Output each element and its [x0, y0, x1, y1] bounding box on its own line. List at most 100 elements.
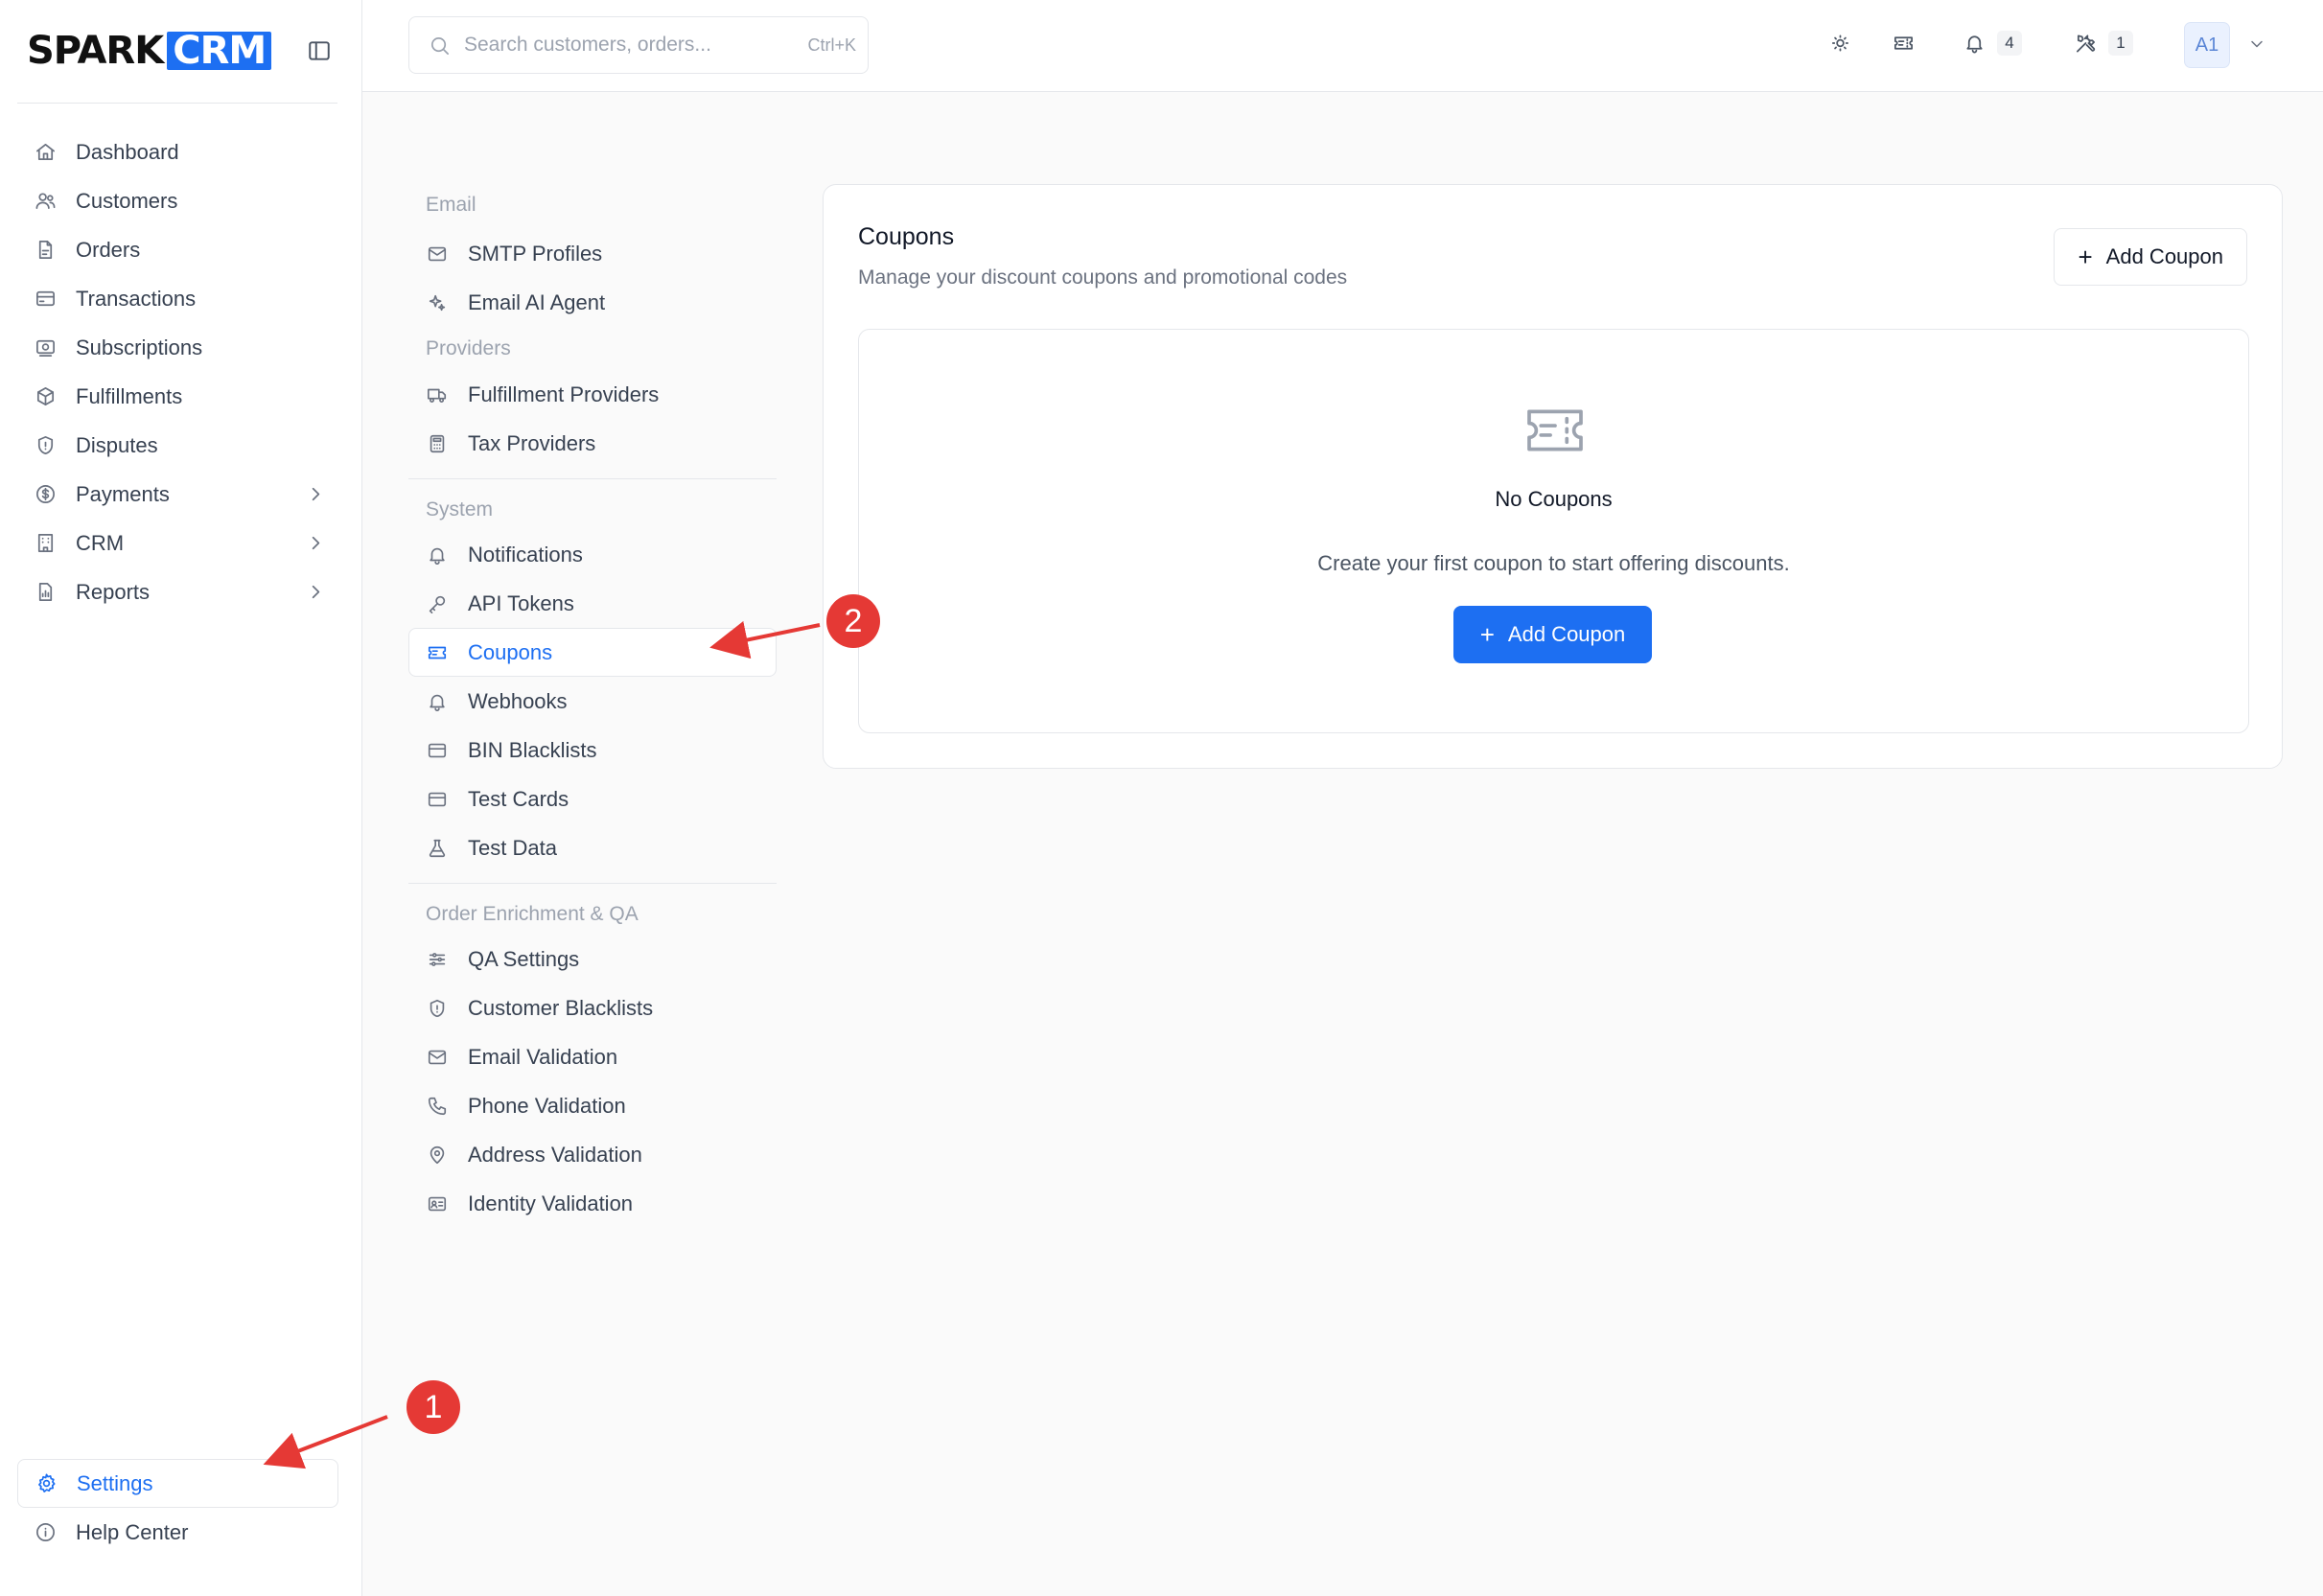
- sidebar-item-transactions[interactable]: Transactions: [17, 274, 338, 323]
- add-first-coupon-label: Add Coupon: [1507, 622, 1626, 646]
- calculator-icon: [430, 434, 445, 452]
- annotation-marker-1: 1: [407, 1380, 460, 1434]
- add-coupon-label: Add Coupon: [2105, 244, 2223, 268]
- settings-item-fulfillment-providers[interactable]: Fulfillment Providers: [408, 370, 777, 419]
- add-first-coupon-button[interactable]: + Add Coupon: [1453, 606, 1652, 663]
- notifications-button[interactable]: 4: [1963, 29, 2022, 58]
- app-logo[interactable]: SPARK CRM: [27, 29, 272, 73]
- settings-item-smtp-profiles[interactable]: SMTP Profiles: [408, 229, 777, 278]
- bell-icon: [1966, 35, 1983, 54]
- info-icon: [36, 1523, 55, 1541]
- user-menu-chevron[interactable]: [2247, 35, 2266, 54]
- sun-icon: [1831, 35, 1849, 52]
- settings-item-tax-providers[interactable]: Tax Providers: [408, 419, 777, 468]
- settings-nav: Email SMTP Profiles Email AI Agent Provi…: [408, 180, 777, 1228]
- building-icon: [37, 534, 54, 552]
- sidebar-item-subscriptions[interactable]: Subscriptions: [17, 323, 338, 372]
- settings-item-webhooks[interactable]: Webhooks: [408, 677, 777, 726]
- credit-card-icon: [428, 743, 447, 757]
- sidebar-item-label: Disputes: [76, 432, 158, 457]
- sidebar-item-label: Customers: [76, 188, 178, 213]
- chevron-right-icon: [312, 536, 320, 550]
- report-icon: [38, 583, 53, 601]
- sidebar-item-payments[interactable]: Payments: [17, 470, 338, 519]
- sidebar-item-settings[interactable]: Settings: [17, 1459, 338, 1508]
- chevron-right-icon: [312, 487, 320, 501]
- settings-item-label: QA Settings: [468, 946, 580, 971]
- sidebar-item-help-center[interactable]: Help Center: [17, 1508, 338, 1557]
- sidebar-item-label: Subscriptions: [76, 335, 203, 359]
- empty-state: No Coupons Create your first coupon to s…: [858, 329, 2249, 733]
- settings-item-qa-settings[interactable]: QA Settings: [408, 935, 777, 983]
- search-icon: [430, 36, 449, 55]
- sidebar-item-dashboard[interactable]: Dashboard: [17, 127, 338, 176]
- gear-icon: [38, 1473, 56, 1492]
- sidebar-toggle-icon[interactable]: [307, 38, 332, 63]
- sidebar-item-label: Transactions: [76, 286, 197, 311]
- settings-item-api-tokens[interactable]: API Tokens: [408, 579, 777, 628]
- sidebar-item-label: Dashboard: [76, 139, 179, 164]
- settings-item-identity-validation[interactable]: Identity Validation: [408, 1179, 777, 1228]
- shield-icon: [37, 436, 54, 454]
- file-icon: [38, 241, 53, 259]
- settings-item-phone-validation[interactable]: Phone Validation: [408, 1081, 777, 1130]
- coupon-shortcut-button[interactable]: [1893, 29, 1915, 58]
- settings-item-label: Tax Providers: [468, 430, 596, 455]
- phone-icon: [428, 1097, 447, 1115]
- user-avatar[interactable]: A1: [2184, 22, 2230, 68]
- tools-button[interactable]: 1: [2075, 29, 2133, 58]
- sidebar-item-fulfillments[interactable]: Fulfillments: [17, 372, 338, 421]
- sidebar-divider: [17, 103, 337, 104]
- notifications-count-badge: 4: [1997, 31, 2022, 56]
- settings-divider: [408, 883, 777, 893]
- credit-card-icon: [428, 792, 447, 806]
- plus-icon: +: [2078, 243, 2093, 271]
- plus-icon: +: [1479, 620, 1495, 649]
- sidebar-item-label: CRM: [76, 530, 125, 555]
- settings-item-label: Test Cards: [468, 786, 569, 811]
- settings-item-test-data[interactable]: Test Data: [408, 823, 777, 872]
- sidebar-item-reports[interactable]: Reports: [17, 567, 338, 616]
- settings-item-address-validation[interactable]: Address Validation: [408, 1130, 777, 1179]
- settings-item-test-cards[interactable]: Test Cards: [408, 775, 777, 823]
- chevron-right-icon: [312, 585, 320, 599]
- settings-item-bin-blacklists[interactable]: BIN Blacklists: [408, 726, 777, 775]
- map-pin-icon: [430, 1145, 445, 1164]
- sidebar-item-orders[interactable]: Orders: [17, 225, 338, 274]
- tools-count-badge: 1: [2108, 31, 2133, 56]
- settings-item-notifications[interactable]: Notifications: [408, 530, 777, 579]
- theme-toggle-button[interactable]: [1829, 29, 1851, 58]
- page-subtitle: Manage your discount coupons and promoti…: [858, 266, 1348, 289]
- settings-item-label: Webhooks: [468, 688, 568, 713]
- settings-item-label: Email AI Agent: [468, 289, 606, 314]
- sidebar-bottom-nav: Settings Help Center: [17, 1459, 338, 1557]
- settings-item-label: Notifications: [468, 542, 583, 567]
- settings-item-label: Coupons: [468, 639, 553, 664]
- chevron-down-icon: [2251, 40, 2263, 48]
- global-search[interactable]: Ctrl+K: [408, 16, 869, 74]
- key-icon: [429, 595, 446, 613]
- id-card-icon: [428, 1196, 447, 1211]
- settings-item-label: SMTP Profiles: [468, 241, 603, 266]
- sidebar-item-label: Orders: [76, 237, 141, 262]
- add-coupon-button[interactable]: + Add Coupon: [2054, 228, 2247, 286]
- sidebar-item-customers[interactable]: Customers: [17, 176, 338, 225]
- settings-item-label: Identity Validation: [468, 1191, 634, 1215]
- ticket-icon: [1523, 405, 1587, 456]
- box-icon: [36, 387, 55, 405]
- settings-item-label: Phone Validation: [468, 1093, 626, 1118]
- settings-item-email-ai-agent[interactable]: Email AI Agent: [408, 278, 777, 327]
- mail-icon: [428, 246, 447, 261]
- settings-item-email-validation[interactable]: Email Validation: [408, 1032, 777, 1081]
- users-icon: [35, 193, 56, 210]
- mail-icon: [428, 1050, 447, 1064]
- sidebar-item-disputes[interactable]: Disputes: [17, 421, 338, 470]
- settings-item-customer-blacklists[interactable]: Customer Blacklists: [408, 983, 777, 1032]
- home-icon: [36, 143, 55, 161]
- logo-text-spark: SPARK: [27, 29, 164, 73]
- sliders-icon: [429, 952, 446, 966]
- settings-item-coupons[interactable]: Coupons: [408, 628, 777, 677]
- search-input[interactable]: [464, 34, 780, 57]
- sparkles-icon: [429, 294, 446, 311]
- sidebar-item-crm[interactable]: CRM: [17, 519, 338, 567]
